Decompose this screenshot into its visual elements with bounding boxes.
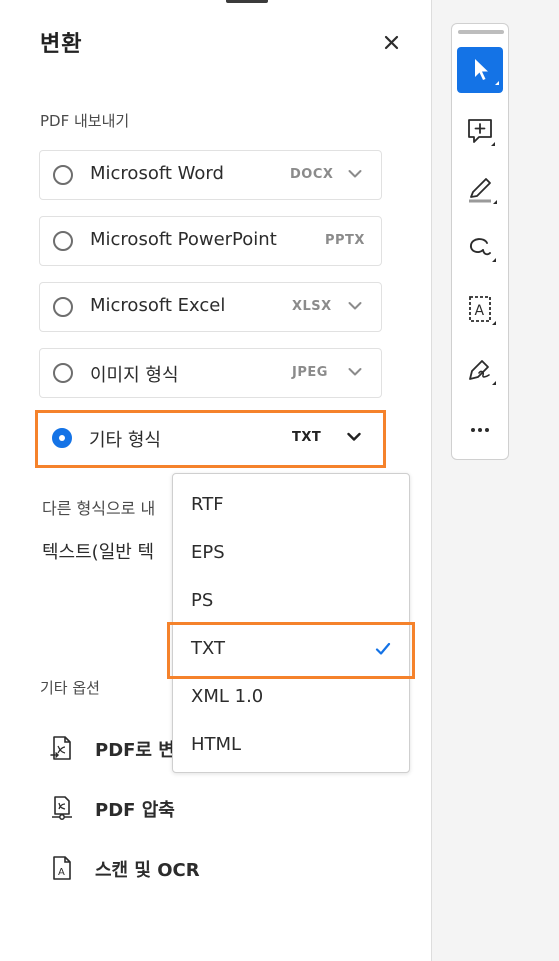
- panel-title: 변환: [40, 32, 83, 57]
- radio-image[interactable]: [53, 363, 73, 383]
- option-name: Microsoft Excel: [90, 295, 226, 316]
- text-tool-button[interactable]: A: [457, 287, 503, 333]
- svg-text:A: A: [58, 867, 65, 878]
- chevron-down-icon[interactable]: [348, 367, 362, 377]
- radio-powerpoint[interactable]: [53, 231, 73, 251]
- scan-ocr-icon: A: [53, 856, 71, 880]
- tool-compress-pdf[interactable]: PDF 압축: [48, 790, 348, 826]
- dropdown-item-html[interactable]: HTML: [173, 722, 409, 768]
- option-name: 이미지 형식: [90, 365, 179, 386]
- panel-grab-tab[interactable]: [226, 0, 268, 3]
- pdf-compress-icon: [52, 796, 72, 820]
- tool-scan-ocr[interactable]: A 스캔 및 OCR: [48, 850, 348, 886]
- option-format: TXT: [292, 430, 322, 445]
- highlight-icon: [469, 178, 497, 204]
- convert-to-label: 다른 형식으로 내: [42, 499, 156, 518]
- add-comment-icon: [468, 119, 495, 146]
- draw-tool-button[interactable]: [457, 225, 503, 271]
- radio-excel[interactable]: [53, 297, 73, 317]
- tool-label: PDF로 변: [95, 740, 175, 761]
- option-format: XLSX: [292, 299, 332, 314]
- convert-panel: 변환 PDF 내보내기 Microsoft Word DOCX Microsof…: [0, 0, 430, 961]
- option-format: JPEG: [292, 365, 328, 380]
- sign-tool-button[interactable]: [457, 347, 503, 393]
- chevron-down-icon[interactable]: [348, 169, 362, 179]
- radio-other-format[interactable]: [52, 428, 72, 448]
- tool-label: 스캔 및 OCR: [95, 860, 200, 881]
- svg-text:A: A: [475, 303, 485, 319]
- select-tool-button[interactable]: [457, 47, 503, 93]
- option-microsoft-powerpoint[interactable]: Microsoft PowerPoint PPTX: [39, 216, 382, 266]
- convert-to-value[interactable]: 텍스트(일반 텍: [42, 538, 154, 564]
- export-section-label: PDF 내보내기: [40, 112, 130, 130]
- add-comment-tool-button[interactable]: [457, 109, 503, 155]
- sign-icon: [469, 360, 496, 385]
- select-cursor-icon: [475, 59, 499, 85]
- chevron-down-icon[interactable]: [347, 432, 361, 442]
- dropdown-item-ps[interactable]: PS: [173, 578, 409, 624]
- chevron-down-icon[interactable]: [348, 301, 362, 311]
- tool-label: PDF 압축: [95, 800, 175, 821]
- pdf-convert-icon: [50, 736, 71, 760]
- option-image-format[interactable]: 이미지 형식 JPEG: [39, 348, 382, 398]
- toolbar-grip[interactable]: [458, 30, 504, 34]
- checkmark-icon: [375, 642, 391, 655]
- option-format: PPTX: [325, 233, 365, 248]
- format-dropdown-menu: RTF EPS PS TXT XML 1.0 HTML: [172, 473, 410, 773]
- option-name: 기타 형식: [89, 430, 161, 451]
- option-other-format[interactable]: 기타 형식 TXT: [39, 414, 382, 464]
- highlight-tool-button[interactable]: [457, 167, 503, 213]
- more-tools-button[interactable]: [457, 407, 503, 453]
- option-name: Microsoft PowerPoint: [90, 229, 277, 250]
- close-icon: [384, 35, 399, 50]
- option-microsoft-excel[interactable]: Microsoft Excel XLSX: [39, 282, 382, 332]
- radio-word[interactable]: [53, 165, 73, 185]
- quick-tools-toolbar: A: [451, 23, 509, 460]
- close-button[interactable]: [380, 30, 404, 54]
- dropdown-item-xml[interactable]: XML 1.0: [173, 674, 409, 720]
- other-options-label: 기타 옵션: [40, 679, 100, 697]
- option-microsoft-word[interactable]: Microsoft Word DOCX: [39, 150, 382, 200]
- dropdown-item-txt[interactable]: TXT: [173, 626, 409, 672]
- option-name: Microsoft Word: [90, 163, 224, 184]
- more-icon: [471, 428, 489, 432]
- option-format: DOCX: [290, 167, 334, 182]
- dropdown-item-rtf[interactable]: RTF: [173, 482, 409, 528]
- text-select-icon: A: [469, 296, 496, 325]
- draw-freeform-icon: [470, 238, 496, 262]
- dropdown-item-eps[interactable]: EPS: [173, 530, 409, 576]
